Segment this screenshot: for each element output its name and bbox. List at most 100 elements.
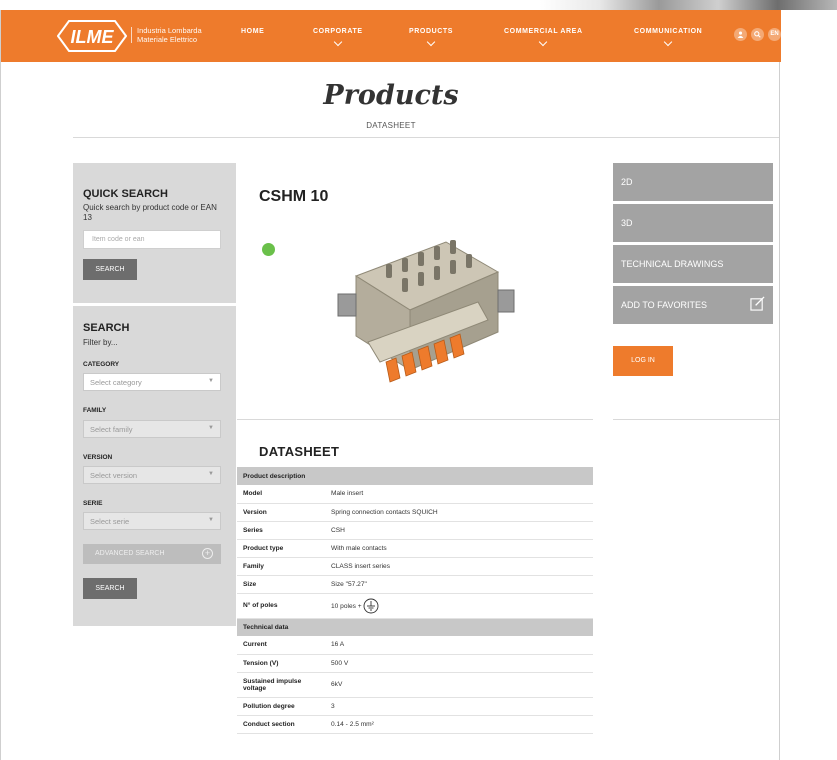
table-row: Series CSH	[237, 521, 593, 540]
company-name: Industria Lombarda Materiale Elettrico	[137, 26, 202, 44]
row-value: Male insert	[325, 485, 593, 504]
chevron-down-icon: ▼	[208, 425, 214, 431]
page-subtitle: DATASHEET	[366, 121, 416, 130]
row-value: CSH	[325, 521, 593, 540]
chevron-down-icon	[426, 37, 436, 47]
row-value: Size "57.27"	[325, 575, 593, 594]
row-value: 6kV	[325, 672, 593, 698]
search-filter-panel: SEARCH Filter by... CATEGORY Select cate…	[73, 306, 236, 626]
quick-search-description: Quick search by product code or EAN 13	[83, 203, 217, 222]
row-value: 10 poles +	[331, 602, 362, 610]
top-navigation-bar: ILME Industria Lombarda Materiale Elettr…	[1, 10, 781, 62]
table-row: Size Size "57.27"	[237, 575, 593, 594]
technical-drawings-label: TECHNICAL DRAWINGS	[621, 259, 724, 269]
logo-separator	[131, 27, 132, 43]
product-name: CSHM 10	[259, 188, 329, 205]
download-3d-button[interactable]: 3D	[613, 204, 773, 242]
nav-home-label: HOME	[241, 28, 265, 35]
background-photo-edge	[540, 0, 837, 10]
row-key: Family	[237, 557, 325, 576]
availability-status-dot	[262, 243, 275, 256]
chevron-down-icon: ▼	[208, 517, 214, 523]
actions-divider	[613, 419, 779, 420]
advanced-search-button[interactable]: ADVANCED SEARCH +	[83, 544, 221, 564]
datasheet-title: DATASHEET	[259, 444, 340, 459]
svg-text:ILME: ILME	[71, 27, 115, 47]
version-select[interactable]: Select version ▼	[83, 466, 221, 484]
user-icon	[737, 31, 744, 38]
page-frame: ILME Industria Lombarda Materiale Elettr…	[0, 10, 781, 760]
add-to-favorites-label: ADD TO FAVORITES	[621, 300, 708, 310]
row-value: CLASS insert series	[325, 557, 593, 576]
row-key: N° of poles	[237, 593, 325, 619]
section-title: Product description	[237, 467, 593, 485]
nav-corporate-label: CORPORATE	[313, 28, 363, 35]
chevron-down-icon	[663, 37, 673, 47]
nav-products[interactable]: PRODUCTS	[409, 28, 454, 47]
nav-home[interactable]: HOME	[241, 28, 264, 35]
serie-select[interactable]: Select serie ▼	[83, 512, 221, 530]
download-3d-label: 3D	[621, 218, 633, 228]
family-select[interactable]: Select family ▼	[83, 420, 221, 438]
table-row: Family CLASS insert series	[237, 557, 593, 576]
row-value: 3	[325, 697, 593, 716]
chevron-down-icon	[539, 37, 548, 47]
quick-search-button[interactable]: SEARCH	[83, 259, 137, 280]
serie-select-value: Select serie	[90, 517, 130, 526]
language-label: EN	[770, 31, 779, 37]
nav-communication[interactable]: COMMUNICATION	[634, 28, 703, 47]
quick-search-title: QUICK SEARCH	[83, 188, 168, 200]
row-value: 0.14 - 2.5 mm²	[325, 715, 593, 734]
row-key: Conduct section	[237, 715, 325, 734]
search-title: SEARCH	[83, 322, 130, 334]
nav-commercial-area[interactable]: COMMERCIAL AREA	[504, 28, 583, 47]
search-icon	[754, 31, 761, 38]
nav-products-label: PRODUCTS	[409, 28, 454, 35]
row-value: 16 A	[325, 636, 593, 655]
plus-icon: +	[202, 548, 213, 559]
section-header: Technical data	[237, 618, 593, 636]
row-key: Product type	[237, 539, 325, 558]
table-row: Pollution degree 3	[237, 697, 593, 716]
search-submit-button[interactable]: SEARCH	[83, 578, 137, 599]
download-2d-button[interactable]: 2D	[613, 163, 773, 201]
login-button[interactable]: LOG IN	[613, 346, 673, 376]
user-account-button[interactable]	[734, 28, 747, 41]
product-image[interactable]	[328, 224, 518, 404]
row-key: Series	[237, 521, 325, 540]
row-value: Spring connection contacts SQUICH	[325, 503, 593, 522]
version-label: VERSION	[83, 454, 113, 461]
row-key: Version	[237, 503, 325, 522]
row-key: Sustained impulse voltage	[237, 672, 325, 698]
page-title: Products	[323, 80, 459, 111]
language-button[interactable]: EN	[768, 28, 781, 41]
category-select[interactable]: Select category ▼	[83, 373, 221, 391]
serie-label: SERIE	[83, 500, 103, 507]
chevron-down-icon: ▼	[208, 378, 214, 384]
table-row: Current 16 A	[237, 636, 593, 655]
family-label: FAMILY	[83, 407, 107, 414]
nav-communication-label: COMMUNICATION	[634, 28, 703, 35]
table-row: N° of poles 10 poles +	[237, 593, 593, 619]
add-to-favorites-button[interactable]: ADD TO FAVORITES	[613, 286, 773, 324]
title-divider	[73, 137, 779, 138]
quick-search-panel: QUICK SEARCH Quick search by product cod…	[73, 163, 236, 303]
quick-search-placeholder: Item code or ean	[92, 236, 145, 243]
technical-drawings-button[interactable]: TECHNICAL DRAWINGS	[613, 245, 773, 283]
search-button[interactable]	[751, 28, 764, 41]
ground-icon	[364, 598, 379, 613]
row-key: Size	[237, 575, 325, 594]
nav-commercial-area-label: COMMERCIAL AREA	[504, 28, 583, 35]
nav-corporate[interactable]: CORPORATE	[313, 28, 363, 47]
datasheet-table: Product description Model Male insert Ve…	[237, 467, 593, 734]
row-key: Current	[237, 636, 325, 655]
table-row: Version Spring connection contacts SQUIC…	[237, 503, 593, 522]
chevron-down-icon: ▼	[208, 471, 214, 477]
row-key: Model	[237, 485, 325, 504]
row-key: Pollution degree	[237, 697, 325, 716]
quick-search-input[interactable]: Item code or ean	[83, 230, 221, 249]
edit-icon	[750, 296, 765, 311]
category-select-value: Select category	[90, 378, 142, 387]
ilme-logo[interactable]: ILME	[57, 18, 127, 54]
row-value: 500 V	[325, 654, 593, 673]
